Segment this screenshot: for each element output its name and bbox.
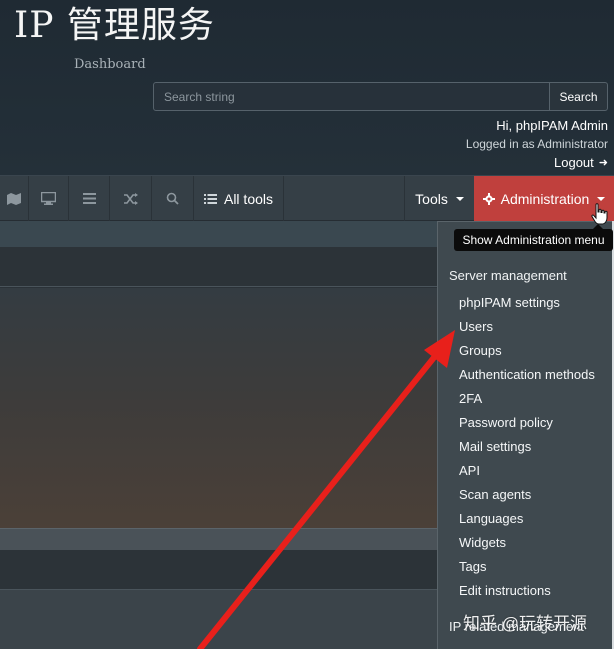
shuffle-button[interactable] <box>110 176 152 221</box>
tools-menu[interactable]: Tools <box>404 176 474 221</box>
menu-item-api[interactable]: API <box>459 463 480 478</box>
all-tools-button[interactable]: All tools <box>194 176 284 221</box>
search-input[interactable] <box>153 82 550 111</box>
menu-item-tags[interactable]: Tags <box>459 559 486 574</box>
caret-down-icon <box>455 196 464 201</box>
map-icon <box>7 192 21 205</box>
caret-down-icon <box>597 196 606 201</box>
monitor-button[interactable] <box>29 176 69 221</box>
administration-label: Administration <box>500 190 590 207</box>
tools-label: Tools <box>415 190 448 207</box>
menu-item-mail-settings[interactable]: Mail settings <box>459 439 531 454</box>
menu-item-groups[interactable]: Groups <box>459 343 502 358</box>
logout-link[interactable]: Logout ➜ <box>554 155 608 171</box>
page-subtitle: Dashboard <box>74 57 146 72</box>
menu-item-scan-agents[interactable]: Scan agents <box>459 487 531 502</box>
app-title[interactable]: IP 管理服务 <box>14 0 215 48</box>
search-nav-button[interactable] <box>152 176 194 221</box>
gear-icon <box>482 192 495 205</box>
logged-in-text: Logged in as Administrator <box>465 137 608 151</box>
sign-out-icon: ➜ <box>598 157 608 169</box>
menu-item-users[interactable]: Users <box>459 319 493 334</box>
shuffle-icon <box>123 192 138 205</box>
list-icon <box>203 193 217 204</box>
monitor-icon <box>41 192 56 205</box>
list-button[interactable] <box>69 176 110 221</box>
header: IP 管理服务 Dashboard Search Hi, phpIPAM Adm… <box>0 0 614 176</box>
search-button[interactable]: Search <box>549 82 608 111</box>
menu-item-phpipam-settings[interactable]: phpIPAM settings <box>459 295 560 310</box>
menu-item-2fa[interactable]: 2FA <box>459 391 482 406</box>
user-info: Hi, phpIPAM Admin Logged in as Administr… <box>466 118 608 172</box>
menu-item-authentication-methods[interactable]: Authentication methods <box>459 367 595 382</box>
list-icon <box>82 193 96 204</box>
tooltip: Show Administration menu <box>454 229 613 251</box>
navbar: All tools Tools Administration <box>0 176 614 221</box>
all-tools-label: All tools <box>223 190 274 207</box>
menu-item-edit-instructions[interactable]: Edit instructions <box>459 583 551 598</box>
menu-item-languages[interactable]: Languages <box>459 511 523 526</box>
logout-label: Logout <box>554 155 594 170</box>
menu-item-widgets[interactable]: Widgets <box>459 535 506 550</box>
dropdown-header-server: Server management <box>449 268 567 283</box>
menu-item-password-policy[interactable]: Password policy <box>459 415 553 430</box>
search-icon <box>166 192 179 205</box>
hand-cursor-icon <box>591 203 608 225</box>
watermark-text: 知乎 @玩转开源 <box>463 614 587 633</box>
administration-dropdown: Server management phpIPAM settings Users… <box>437 221 614 649</box>
greeting-text: Hi, phpIPAM Admin <box>496 118 608 133</box>
map-button[interactable] <box>0 176 29 221</box>
